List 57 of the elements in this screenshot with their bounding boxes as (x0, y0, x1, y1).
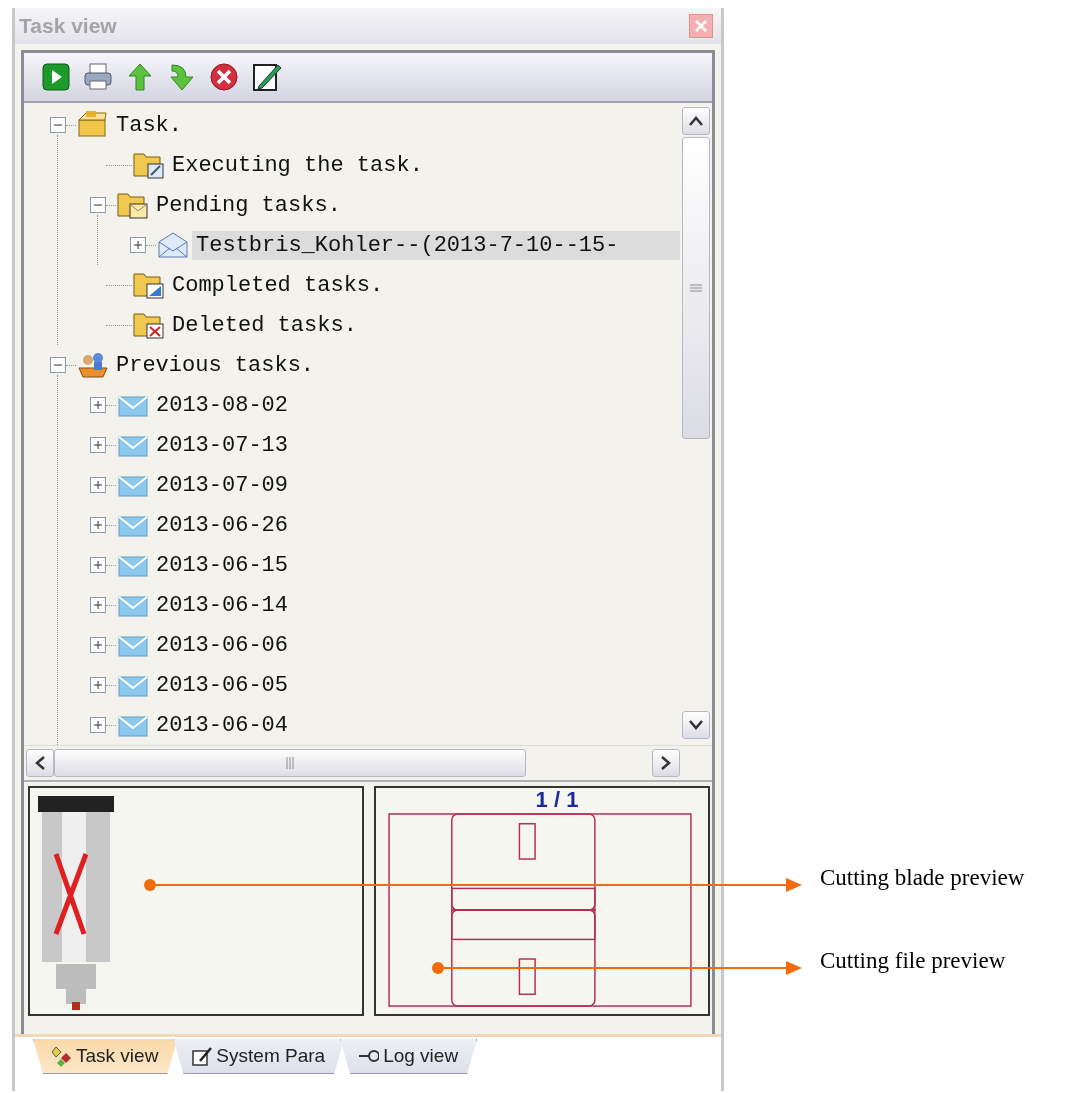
tree-item[interactable]: Testbris_Kohler--(2013-7-10--15- (192, 230, 680, 260)
window-title: Task view (19, 14, 117, 38)
tree-item[interactable]: 2013-08-02 (152, 390, 293, 420)
printer-icon[interactable] (82, 61, 114, 93)
page-counter: 1 / 1 (535, 788, 579, 812)
expand-button[interactable] (90, 477, 106, 493)
expand-button[interactable] (90, 677, 106, 693)
folder-envelope-icon (116, 190, 150, 220)
tree-item[interactable]: Completed tasks. (168, 270, 388, 300)
tab[interactable]: Log view (340, 1039, 478, 1074)
play-icon[interactable] (40, 61, 72, 93)
folder-document-icon (132, 270, 166, 300)
right-caret-icon[interactable] (661, 756, 671, 770)
tree-item[interactable]: Deleted tasks. (168, 310, 361, 340)
box-icon (76, 110, 110, 140)
tree-item[interactable]: 2013-07-09 (152, 470, 293, 500)
grip-icon (690, 284, 702, 292)
expand-button[interactable] (90, 437, 106, 453)
callout-label: Cutting file preview (820, 948, 1006, 974)
tree-item[interactable]: 2013-06-14 (152, 590, 293, 620)
tree-item[interactable]: 2013-06-05 (152, 670, 293, 700)
collapse-button[interactable] (50, 357, 66, 373)
expand-button[interactable] (90, 397, 106, 413)
diamonds-icon (52, 1045, 72, 1067)
tree-item[interactable]: Previous tasks. (112, 350, 319, 380)
tree-item[interactable]: 2013-06-06 (152, 630, 293, 660)
edit-icon[interactable] (250, 61, 282, 93)
expand-button[interactable] (90, 597, 106, 613)
tree-item[interactable]: 2013-06-15 (152, 550, 293, 580)
expand-button[interactable] (90, 517, 106, 533)
tab[interactable]: Task view (33, 1039, 178, 1074)
down-caret-icon[interactable] (689, 720, 703, 730)
horizontal-scrollbar[interactable] (24, 745, 712, 780)
tree-item[interactable]: Pending tasks. (152, 190, 345, 220)
collapse-button[interactable] (50, 117, 66, 133)
callout-label: Cutting blade preview (820, 865, 1025, 891)
stop-icon[interactable] (208, 61, 240, 93)
tree-item[interactable]: Executing the task. (168, 150, 427, 180)
tree-item[interactable]: Task. (112, 110, 186, 140)
edit-icon (192, 1045, 213, 1067)
tree-item[interactable]: 2013-07-13 (152, 430, 293, 460)
close-icon (694, 19, 708, 33)
up-caret-icon[interactable] (689, 116, 703, 126)
collapse-button[interactable] (90, 197, 106, 213)
expand-button[interactable] (130, 237, 146, 253)
open-envelope-icon (156, 230, 190, 260)
expand-button[interactable] (90, 557, 106, 573)
expand-button[interactable] (90, 717, 106, 733)
folder-pen-icon (132, 150, 166, 180)
left-caret-icon[interactable] (35, 756, 45, 770)
close-button[interactable] (689, 14, 713, 38)
tree-item[interactable]: 2013-06-04 (152, 710, 293, 740)
people-icon (76, 350, 110, 380)
folder-delete-icon (132, 310, 166, 340)
expand-button[interactable] (90, 637, 106, 653)
tree-item[interactable]: 2013-06-26 (152, 510, 293, 540)
grip-icon (286, 757, 294, 769)
